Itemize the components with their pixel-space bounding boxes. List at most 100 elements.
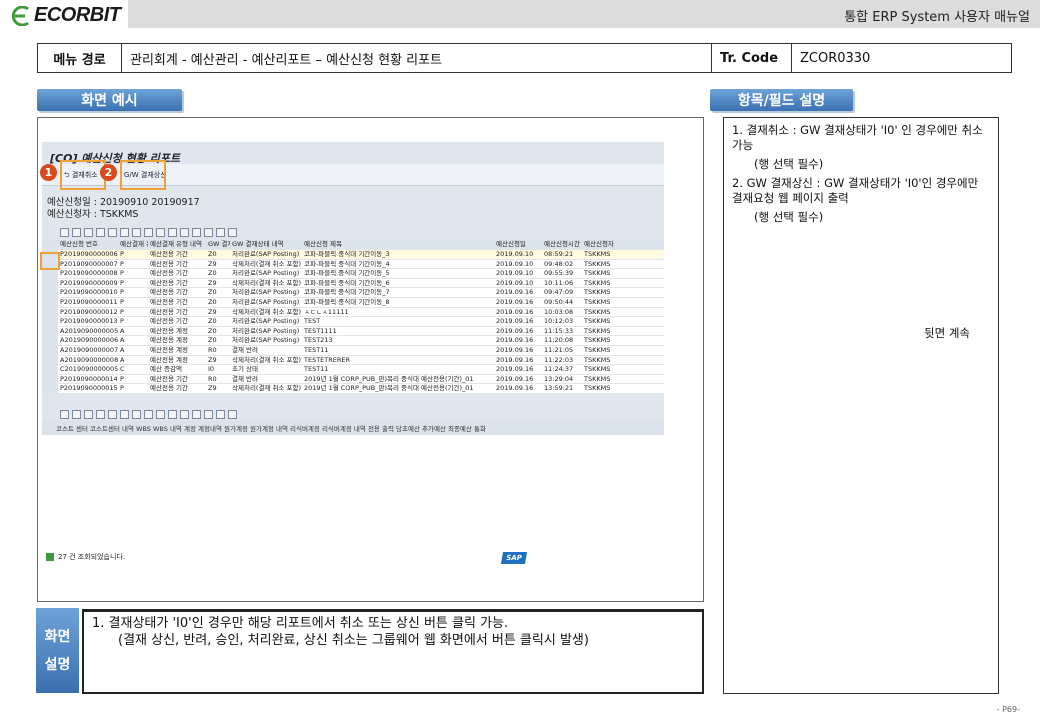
table-row[interactable]: A2019090000005 A 예산전용 계정 Z0 처리완료(SAP Posting… bbox=[42, 326, 664, 337]
column-header: 예산신청 제목 bbox=[304, 240, 342, 248]
row-selector[interactable] bbox=[42, 336, 58, 345]
grid-cell: 09:50:44 bbox=[544, 297, 574, 306]
grid-cell: R0 bbox=[208, 345, 217, 354]
grid-cell: 코파-파블릭 중식대 기간이동_8 bbox=[304, 297, 390, 306]
grid-cell: 2019.09.10 bbox=[496, 269, 534, 278]
grid-cell: 처리완료(SAP Posting) bbox=[232, 288, 300, 297]
row-selector[interactable] bbox=[42, 307, 58, 317]
table-row[interactable]: C2019090000005 C 예산 증감액 I0 초기 상태 TEST11 2019.0… bbox=[42, 365, 664, 375]
grid-cell: 2019.09.16 bbox=[496, 288, 534, 297]
table-row[interactable]: A2019090000008 A 예산전용 계정 Z9 삭제처리(결재 취소 포함) TE… bbox=[42, 355, 664, 366]
grid-cell: Z0 bbox=[208, 336, 217, 345]
grid-cell: 예산전용 계정 bbox=[150, 326, 188, 335]
table-row[interactable]: P2019090000009 P 예산전용 기간 Z9 삭제처리(결재 취소 포함) 코파… bbox=[42, 278, 664, 289]
table-row[interactable]: P2019090000007 P 예산전용 기간 Z9 삭제처리(결재 취소 포함) 코파… bbox=[42, 259, 664, 270]
screen-description-heading: 화면 설명 bbox=[36, 608, 79, 693]
highlight-row-selector bbox=[40, 252, 60, 270]
table-row[interactable]: P2019090000006 P 예산전용 기간 Z0 처리완료(SAP Posting… bbox=[42, 250, 664, 260]
grid-cell: P2019090000012 bbox=[60, 307, 118, 316]
grid-cell: 예산전용 기간 bbox=[150, 374, 188, 383]
ecorbit-logo-icon bbox=[11, 5, 29, 26]
column-header: 예산신청자 bbox=[584, 240, 614, 248]
grid-cell: 09:48:02 bbox=[544, 259, 574, 268]
grid-cell: 2019.09.10 bbox=[496, 278, 534, 287]
table-row[interactable]: P2019090000008 P 예산전용 기간 Z0 처리완료(SAP Posting… bbox=[42, 269, 664, 279]
column-header: GW 결재상태 bbox=[208, 240, 230, 248]
row-selector[interactable] bbox=[42, 317, 58, 326]
callout-badge-2: 2 bbox=[100, 164, 117, 181]
field-item-2-note: (행 선택 필수) bbox=[754, 210, 824, 224]
grid-cell: Z0 bbox=[208, 297, 217, 306]
grid-cell: 코파-파블릭 중식대 기간이동_6 bbox=[304, 278, 390, 287]
grid-cell: 코파-파블릭 중식대 기간이동_7 bbox=[304, 288, 390, 297]
grid-cell: 결재 반려 bbox=[232, 374, 258, 383]
table-row[interactable]: P2019090000010 P 예산전용 기간 Z0 처리완료(SAP Posting… bbox=[42, 288, 664, 298]
grid-cell: 2019.09.10 bbox=[496, 259, 534, 268]
grid-cell: P2019090000008 bbox=[60, 269, 118, 278]
table-row[interactable]: A2019090000006 A 예산전용 계정 Z0 처리완료(SAP Posting… bbox=[42, 336, 664, 346]
row-selector[interactable] bbox=[42, 365, 58, 374]
table-row[interactable]: P2019090000013 P 예산전용 기간 Z0 처리완료(SAP Posting… bbox=[42, 317, 664, 327]
grid-cell: TSKKMS bbox=[584, 374, 611, 383]
grid-cell: 2019.09.16 bbox=[496, 355, 534, 364]
grid-cell: P bbox=[120, 317, 124, 326]
row-selector[interactable] bbox=[42, 355, 58, 365]
row-selector[interactable] bbox=[42, 326, 58, 336]
detail-grid-toolbar[interactable] bbox=[60, 410, 237, 420]
grid-cell: P bbox=[120, 288, 124, 297]
grid-cell: 처리완료(SAP Posting) bbox=[232, 297, 300, 306]
grid-cell: TEST213 bbox=[304, 336, 333, 345]
grid-cell: TSKKMS bbox=[584, 269, 611, 278]
grid-cell: P2019090000013 bbox=[60, 317, 118, 326]
grid-cell: 2019.09.16 bbox=[496, 336, 534, 345]
grid-cell: A2019090000008 bbox=[60, 355, 118, 364]
success-check-icon bbox=[46, 553, 54, 561]
logo-text: ECORBIT bbox=[34, 4, 121, 26]
grid-cell: TSKKMS bbox=[584, 297, 611, 306]
table-row[interactable]: P2019090000015 P 예산전용 기간 Z9 삭제처리(결재 취소 포함) 20… bbox=[42, 384, 664, 394]
grid-cell: A bbox=[120, 355, 125, 364]
grid-cell: Z0 bbox=[208, 269, 217, 278]
grid-cell: 2019.09.16 bbox=[496, 297, 534, 306]
table-row[interactable]: P2019090000011 P 예산전용 기간 Z0 처리완료(SAP Posting… bbox=[42, 297, 664, 308]
detail-grid-header: 코스트 센터 코스트센터 내역 WBS WBS 내역 계정 계정내역 원가계정 … bbox=[42, 421, 664, 435]
callout-badge-1: 1 bbox=[40, 164, 57, 181]
grid-cell: 예산전용 기간 bbox=[150, 259, 188, 268]
grid-header-row[interactable]: 예산신청 번호 예산결재 유형예산결재 유형 내역 GW 결재상태GW 결재상태 내… bbox=[42, 240, 664, 250]
row-selector[interactable] bbox=[42, 278, 58, 288]
grid-cell: 예산전용 계정 bbox=[150, 355, 188, 364]
table-row[interactable]: P2019090000014 P 예산전용 기간 R0 결재 반려 2019년 1월 CO… bbox=[42, 374, 664, 385]
grid-cell: TEST1111 bbox=[304, 326, 337, 335]
grid-cell: 삭제처리(결재 취소 포함) bbox=[232, 259, 302, 268]
table-row[interactable]: P2019090000012 P 예산전용 기간 Z9 삭제처리(결재 취소 포함) ㅅㄷ… bbox=[42, 307, 664, 318]
grid-cell: TSKKMS bbox=[584, 278, 611, 287]
grid-cell: 삭제처리(결재 취소 포함) bbox=[232, 355, 302, 364]
column-header: 예산신청시간 bbox=[544, 240, 580, 248]
table-row[interactable]: A2019090000007 A 예산전용 계정 R0 결재 반려 TEST11 2019.… bbox=[42, 345, 664, 356]
grid-cell: 2019.09.16 bbox=[496, 384, 534, 393]
grid-toolbar[interactable] bbox=[60, 228, 237, 238]
grid-cell: 예산전용 기간 bbox=[150, 317, 188, 326]
grid-cell: P bbox=[120, 278, 124, 287]
row-selector[interactable] bbox=[42, 345, 58, 355]
field-description-box: 1. 결재취소 : GW 결재상태가 'I0' 인 경우에만 취소 가능 (행 … bbox=[723, 117, 999, 694]
grid-cell: 처리완료(SAP Posting) bbox=[232, 336, 300, 345]
grid-cell: P2019090000010 bbox=[60, 288, 118, 297]
grid-cell: 예산전용 계정 bbox=[150, 336, 188, 345]
grid-cell: C bbox=[120, 365, 125, 374]
detail-grid: 코스트 센터 코스트센터 내역 WBS WBS 내역 계정 계정내역 원가계정 … bbox=[42, 421, 664, 569]
row-selector[interactable] bbox=[42, 297, 58, 307]
row-selector[interactable] bbox=[42, 384, 58, 393]
grid-cell: TEST11 bbox=[304, 365, 329, 374]
row-selector[interactable] bbox=[42, 240, 58, 249]
continued-note: 뒷면 계속 bbox=[924, 326, 970, 340]
grid-cell: 예산전용 기간 bbox=[150, 278, 188, 287]
grid-cell: TESTETRERER bbox=[304, 355, 351, 364]
row-selector[interactable] bbox=[42, 374, 58, 384]
sap-screenshot: [CO] 예산신청 현황 리포트 ⮌ 결재취소 G/W 결재상신 예산신청일 :… bbox=[42, 142, 664, 569]
grid-cell: P bbox=[120, 307, 124, 316]
row-selector[interactable] bbox=[42, 269, 58, 278]
grid-cell: 09:47:09 bbox=[544, 288, 574, 297]
grid-cell: TSKKMS bbox=[584, 365, 611, 374]
row-selector[interactable] bbox=[42, 288, 58, 297]
